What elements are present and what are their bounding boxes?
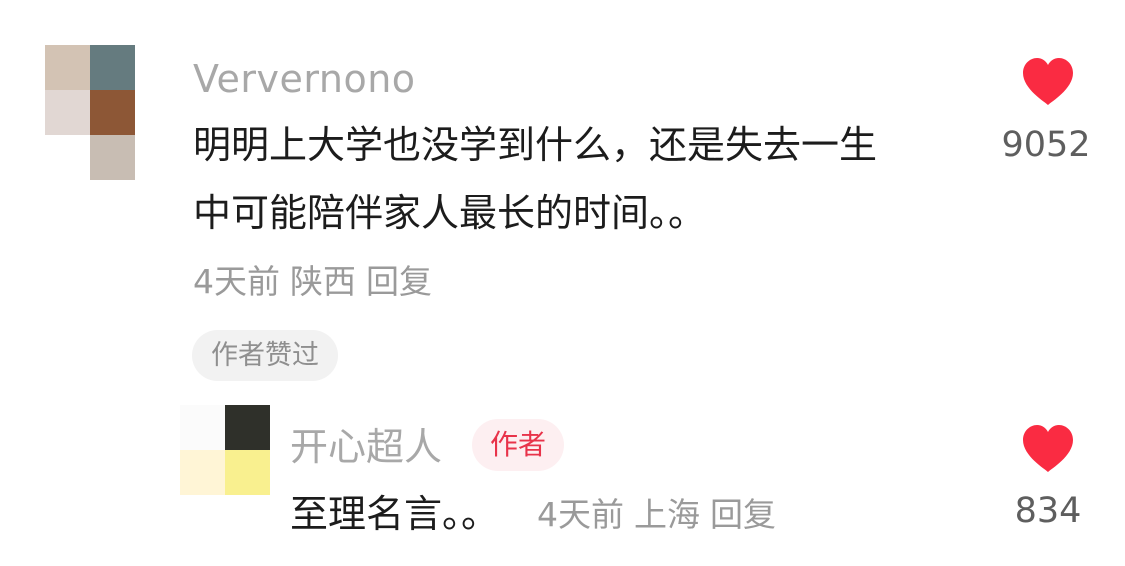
- comment-location: 陕西: [290, 262, 356, 301]
- avatar-pixel: [90, 135, 135, 180]
- heart-icon-shape: [1023, 425, 1073, 472]
- comment-meta: 4天前 陕西 回复: [193, 265, 442, 298]
- reply-meta: 4天前 上海 回复: [537, 498, 786, 531]
- avatar-pixel: [45, 90, 90, 135]
- reply-text: 至理名言。。: [290, 492, 500, 536]
- avatar-pixel: [90, 45, 135, 90]
- comment-thread: Ververnono 明明上大学也没学到什么，还是失去一生 中可能陪伴家人最长的…: [0, 0, 1125, 566]
- comment-username[interactable]: Ververnono: [193, 60, 416, 98]
- avatar-pixel: [180, 450, 225, 495]
- avatar-pixel: [90, 90, 135, 135]
- reply-username[interactable]: 开心超人: [290, 428, 442, 466]
- avatar[interactable]: [45, 45, 135, 180]
- comment-text-line-1: 明明上大学也没学到什么，还是失去一生: [193, 123, 878, 167]
- avatar-pixel: [180, 405, 225, 450]
- avatar-pixel: [225, 450, 270, 495]
- reply-time: 4天前: [537, 495, 624, 534]
- avatar-pixel: [225, 405, 270, 450]
- comment-time: 4天前: [193, 262, 280, 301]
- author-badge: 作者: [472, 419, 565, 471]
- author-liked-chip: 作者赞过: [192, 330, 338, 381]
- comment-text-line-2: 中可能陪伴家人最长的时间。。: [193, 191, 707, 235]
- heart-icon[interactable]: [1021, 424, 1075, 474]
- avatar-pixel: [45, 45, 90, 90]
- reply-location: 上海: [634, 495, 700, 534]
- reply-button[interactable]: 回复: [366, 262, 432, 301]
- like-count: 9052: [1001, 125, 1091, 165]
- heart-icon-shape: [1023, 58, 1073, 105]
- reply-avatar[interactable]: [180, 405, 270, 495]
- avatar-pixel: [45, 135, 90, 180]
- heart-icon[interactable]: [1021, 57, 1075, 107]
- reply-like-count: 834: [1014, 491, 1082, 531]
- reply-to-reply-button[interactable]: 回复: [710, 495, 776, 534]
